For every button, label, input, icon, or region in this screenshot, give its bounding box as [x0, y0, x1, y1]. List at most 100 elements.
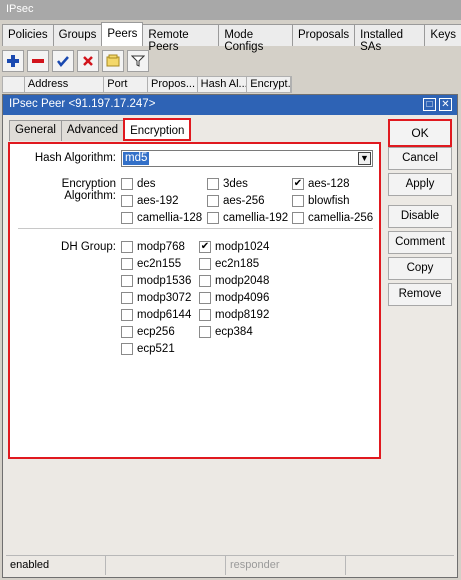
checkmark-icon[interactable]: ✔ — [199, 240, 211, 253]
filter-button[interactable] — [127, 50, 149, 72]
status-responder: responder — [226, 556, 346, 575]
status-middle — [106, 556, 226, 575]
enc-checkbox-aes-256[interactable]: aes-256 — [207, 193, 265, 208]
divider — [18, 228, 373, 229]
enc-checkbox-aes-128[interactable]: ✔ aes-128 — [292, 176, 350, 191]
column-proposal[interactable]: Propos... — [148, 77, 198, 92]
dh-checkbox-modp1536[interactable]: modp1536 — [121, 273, 191, 288]
checkbox-box[interactable] — [121, 274, 133, 287]
checkmark-icon[interactable]: ✔ — [292, 177, 304, 190]
column-encryption[interactable]: Encrypt... — [247, 77, 291, 92]
checkbox-box[interactable] — [207, 194, 219, 207]
add-button[interactable] — [2, 50, 24, 72]
filter-icon — [131, 55, 145, 67]
ok-button[interactable]: OK — [388, 119, 452, 147]
dh-checkbox-ec2n185[interactable]: ec2n185 — [199, 256, 259, 271]
dh-checkbox-ec2n155[interactable]: ec2n155 — [121, 256, 181, 271]
dh-checkbox-ecp384[interactable]: ecp384 — [199, 324, 253, 339]
checkbox-box[interactable] — [121, 194, 133, 207]
tab-proposals[interactable]: Proposals — [292, 24, 356, 46]
remove-button[interactable] — [27, 50, 49, 72]
enc-option-label: camellia-128 — [137, 211, 203, 224]
maximize-button[interactable]: □ — [423, 98, 436, 111]
enc-checkbox-camellia-192[interactable]: camellia-192 — [207, 210, 288, 225]
dh-option-label: modp8192 — [215, 308, 270, 321]
note-icon — [106, 54, 120, 67]
dh-checkbox-modp4096[interactable]: modp4096 — [199, 290, 269, 305]
checkbox-box[interactable] — [199, 274, 211, 287]
checkbox-box[interactable] — [207, 211, 219, 224]
checkbox-box[interactable] — [199, 257, 211, 270]
checkbox-box[interactable] — [199, 325, 211, 338]
dh-checkbox-ecp521[interactable]: ecp521 — [121, 341, 175, 356]
hash-algorithm-select[interactable]: md5 ▼ — [121, 150, 373, 167]
enc-option-label: aes-128 — [308, 177, 350, 190]
disable-peer-button[interactable]: Disable — [388, 205, 452, 228]
dh-option-label: ec2n185 — [215, 257, 260, 270]
enc-option-label: aes-192 — [137, 194, 179, 207]
checkbox-box[interactable] — [121, 291, 133, 304]
toolbar — [2, 48, 149, 74]
tab-keys[interactable]: Keys — [424, 24, 461, 46]
tab-advanced[interactable]: Advanced — [60, 120, 125, 141]
checkbox-box[interactable] — [292, 194, 304, 207]
column-address[interactable]: Address — [25, 77, 105, 92]
copy-button[interactable]: Copy — [388, 257, 452, 280]
checkbox-box[interactable] — [199, 291, 211, 304]
remove-peer-button[interactable]: Remove — [388, 283, 452, 306]
close-button[interactable]: ✕ — [439, 98, 452, 111]
tab-general[interactable]: General — [9, 120, 62, 141]
enc-option-label: des — [137, 177, 156, 190]
checkbox-box[interactable] — [121, 257, 133, 270]
checkbox-box[interactable] — [121, 240, 133, 253]
enc-option-label: camellia-192 — [223, 211, 289, 224]
comment-button[interactable] — [102, 50, 124, 72]
dh-checkbox-modp8192[interactable]: modp8192 — [199, 307, 269, 322]
status-enabled: enabled — [6, 556, 106, 575]
enc-checkbox-aes-192[interactable]: aes-192 — [121, 193, 179, 208]
checkbox-box[interactable] — [292, 211, 304, 224]
comment-peer-button[interactable]: Comment — [388, 231, 452, 254]
checkbox-box[interactable] — [121, 211, 133, 224]
enc-checkbox-3des[interactable]: 3des — [207, 176, 248, 191]
tab-installed-sas[interactable]: Installed SAs — [354, 24, 426, 53]
tab-policies[interactable]: Policies — [2, 24, 54, 46]
dropdown-arrow-icon[interactable]: ▼ — [358, 152, 371, 165]
dh-checkbox-modp1024[interactable]: ✔ modp1024 — [199, 239, 269, 254]
enc-option-label: aes-256 — [223, 194, 265, 207]
cancel-button[interactable]: Cancel — [388, 147, 452, 170]
dh-checkbox-modp2048[interactable]: modp2048 — [199, 273, 269, 288]
dh-checkbox-modp3072[interactable]: modp3072 — [121, 290, 191, 305]
column-hash[interactable]: Hash Al... — [198, 77, 248, 92]
disable-button[interactable] — [77, 50, 99, 72]
tab-groups[interactable]: Groups — [52, 24, 103, 46]
dh-checkbox-ecp256[interactable]: ecp256 — [121, 324, 175, 339]
checkbox-box[interactable] — [121, 325, 133, 338]
dh-option-label: modp1024 — [215, 240, 270, 253]
enable-button[interactable] — [52, 50, 74, 72]
dh-checkbox-modp6144[interactable]: modp6144 — [121, 307, 191, 322]
enc-checkbox-blowfish[interactable]: blowfish — [292, 193, 350, 208]
dh-option-label: ecp256 — [137, 325, 175, 338]
column-check — [3, 77, 25, 92]
tab-mode-configs[interactable]: Mode Configs — [218, 24, 293, 53]
column-header: Address Port Propos... Hash Al... Encryp… — [2, 76, 292, 93]
dh-option-label: modp2048 — [215, 274, 270, 287]
enc-checkbox-camellia-128[interactable]: camellia-128 — [121, 210, 202, 225]
peer-dialog: IPsec Peer <91.197.17.247> □ ✕ General A… — [2, 94, 458, 578]
checkbox-box[interactable] — [121, 308, 133, 321]
enc-checkbox-camellia-256[interactable]: camellia-256 — [292, 210, 373, 225]
dialog-tabs: General Advanced Encryption — [9, 118, 192, 141]
apply-button[interactable]: Apply — [388, 173, 452, 196]
checkbox-box[interactable] — [121, 177, 133, 190]
checkbox-box[interactable] — [199, 308, 211, 321]
enc-option-label: blowfish — [308, 194, 350, 207]
column-port[interactable]: Port — [104, 77, 148, 92]
dh-checkbox-modp768[interactable]: modp768 — [121, 239, 185, 254]
enc-checkbox-des[interactable]: des — [121, 176, 156, 191]
checkbox-box[interactable] — [207, 177, 219, 190]
tab-encryption[interactable]: Encryption — [123, 118, 192, 141]
tab-remote-peers[interactable]: Remote Peers — [142, 24, 220, 53]
tab-peers[interactable]: Peers — [101, 22, 144, 46]
checkbox-box[interactable] — [121, 342, 133, 355]
